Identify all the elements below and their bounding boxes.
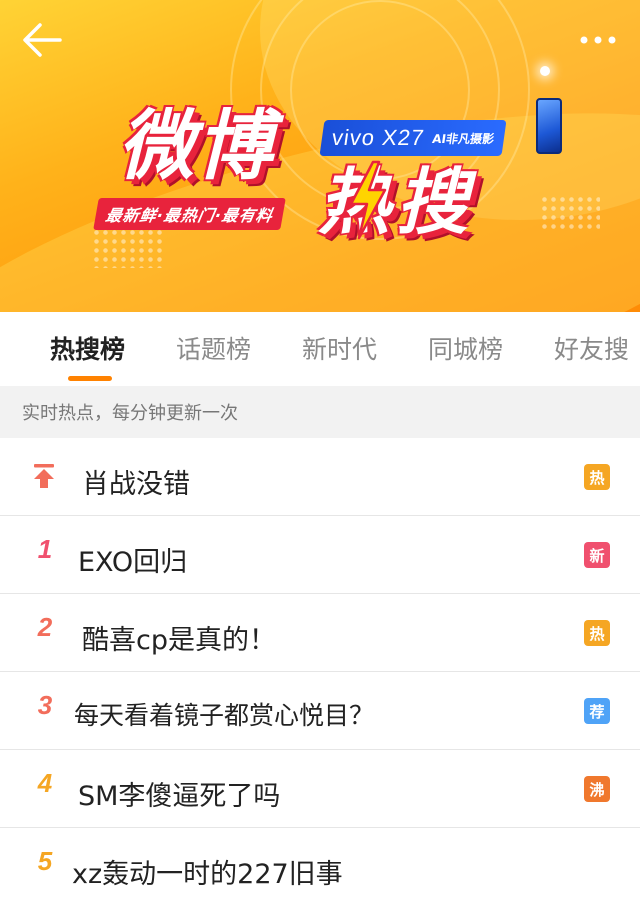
active-tab-indicator (68, 376, 112, 381)
sponsor-badge: vivo X27 AI非凡摄影 (319, 120, 507, 156)
tab-new-era[interactable]: 新时代 (302, 330, 377, 366)
list-item-title: SM李傻逼死了吗 (78, 781, 281, 812)
hot-search-banner: vivo X27 AI非凡摄影 微博 最新鲜·最热门·最有料 热搜 (0, 0, 640, 312)
recommend-badge: 荐 (584, 698, 610, 724)
banner-title: 微博 (118, 101, 274, 190)
list-item-title: xz轰动一时的227旧事 (72, 859, 343, 890)
list-item[interactable]: 3 每天看着镜子都赏心悦目？ 荐 (0, 672, 640, 750)
hot-badge: 热 (584, 620, 610, 646)
sponsor-model: vivo X27 (330, 125, 427, 150)
lightning-icon (349, 160, 387, 240)
banner-decoration (540, 195, 600, 231)
sponsor-tag: AI非凡摄影 (431, 131, 496, 146)
rank-number: 3 (37, 690, 53, 720)
list-item[interactable]: 1 EXO回归 新 (0, 516, 640, 594)
list-item-title: 酷喜cp是真的！ (82, 625, 276, 656)
tab-hot-search[interactable]: 热搜榜 (50, 330, 125, 366)
update-notice: 实时热点，每分钟更新一次 (0, 386, 640, 438)
back-button[interactable] (20, 20, 64, 60)
sparkle-icon (540, 66, 550, 76)
list-item[interactable]: 2 酷喜cp是真的！ 热 (0, 594, 640, 672)
list-item[interactable]: 5 xz轰动一时的227旧事 (0, 828, 640, 906)
list-item[interactable]: 肖战没错 热 (0, 438, 640, 516)
hot-badge: 热 (584, 464, 610, 490)
ranking-tabs: 热搜榜 话题榜 新时代 同城榜 好友搜 (0, 312, 640, 386)
list-item-title: 肖战没错 (82, 469, 190, 500)
more-dots-icon (580, 36, 616, 44)
rank-number: 1 (37, 534, 53, 564)
list-item-title: EXO回归 (78, 547, 188, 578)
banner-decoration (92, 228, 162, 268)
more-button[interactable] (574, 22, 622, 58)
list-item-title: 每天看着镜子都赏心悦目？ (74, 701, 375, 730)
tab-friends[interactable]: 好友搜 (554, 330, 629, 366)
pin-top-icon (34, 464, 54, 488)
banner-slogan: 最新鲜·最热门·最有料 (93, 198, 286, 230)
rank-number: 4 (37, 768, 53, 798)
new-badge: 新 (584, 542, 610, 568)
boiling-badge: 沸 (584, 776, 610, 802)
list-item[interactable]: 4 SM李傻逼死了吗 沸 (0, 750, 640, 828)
banner-title-hot: 热搜 (318, 159, 475, 244)
rank-number: 5 (37, 846, 53, 876)
tab-local[interactable]: 同城榜 (428, 330, 503, 366)
tab-topics[interactable]: 话题榜 (176, 330, 251, 366)
back-arrow-icon (23, 23, 62, 57)
rank-number: 2 (37, 612, 53, 642)
phone-icon (536, 98, 562, 154)
